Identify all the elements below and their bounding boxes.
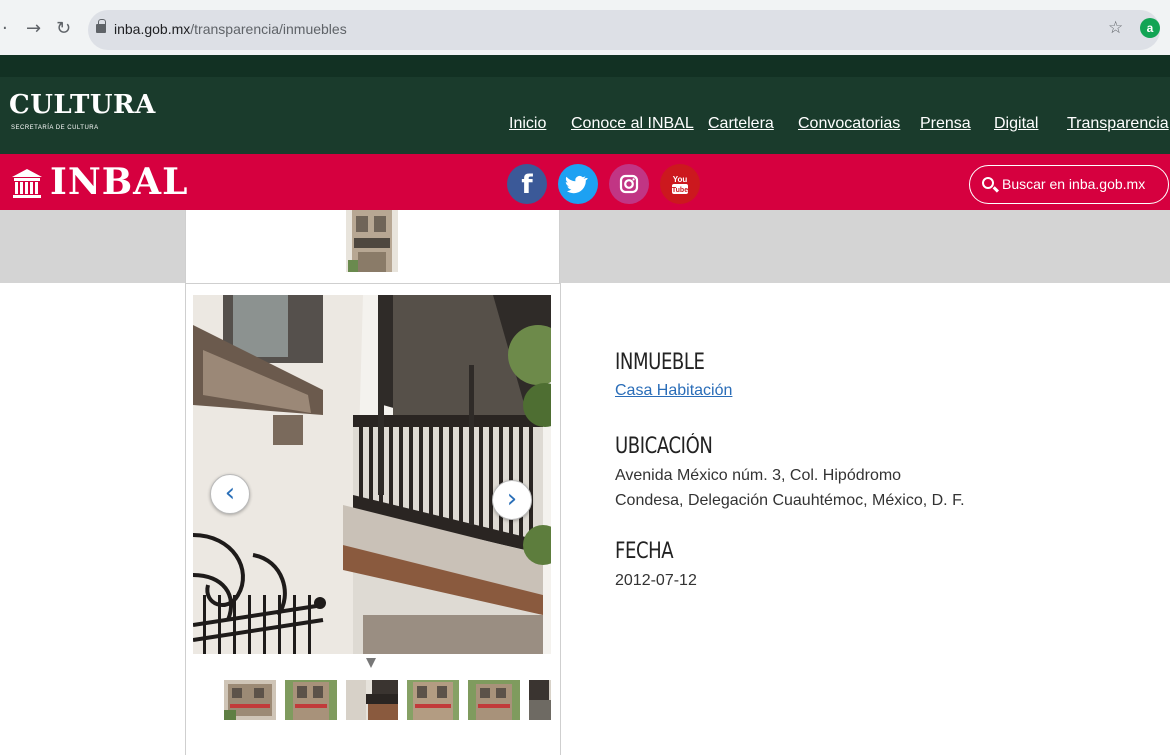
youtube-glyph-icon: You Tube: [672, 175, 688, 194]
top-strip: [0, 55, 1170, 77]
fecha-heading: FECHA: [615, 539, 674, 564]
cultura-logo[interactable]: CULTURA: [9, 90, 156, 120]
thumbnail-3[interactable]: [346, 680, 398, 720]
forward-icon[interactable]: →: [26, 18, 41, 39]
twitter-icon[interactable]: [558, 164, 598, 204]
preview-thumbnail[interactable]: [346, 210, 398, 272]
url-domain: inba.gob.mx: [114, 21, 191, 37]
extension-icon[interactable]: a: [1140, 18, 1160, 38]
chevron-right-icon: ›: [506, 484, 518, 514]
youtube-icon[interactable]: You Tube: [660, 164, 700, 204]
prev-photo-button[interactable]: ‹: [210, 474, 250, 514]
building-icon: [12, 169, 42, 198]
nav-prensa[interactable]: Prensa: [920, 115, 971, 133]
thumbnail-2[interactable]: [285, 680, 337, 720]
nav-cartelera[interactable]: Cartelera: [708, 115, 774, 133]
thumbnail-4[interactable]: [407, 680, 459, 720]
nav-transparencia[interactable]: Transparencia: [1067, 115, 1169, 133]
next-photo-button[interactable]: ›: [492, 480, 532, 520]
thumbnail-5[interactable]: [468, 680, 520, 720]
search-placeholder: Buscar en inba.gob.mx: [1002, 176, 1146, 192]
inbal-bar: INBAL f You Tube Buscar en inba.gob.mx: [0, 154, 1170, 210]
back-icon[interactable]: ·: [2, 18, 8, 39]
nav-digital[interactable]: Digital: [994, 115, 1038, 133]
cultura-logo-subtitle: SECRETARÍA DE CULTURA: [11, 125, 99, 131]
thumbnail-strip: [224, 680, 551, 720]
svg-text:Tube: Tube: [672, 187, 688, 194]
lock-icon: [96, 19, 106, 33]
instagram-glyph-icon: [619, 174, 639, 194]
selected-thumbnail-marker: [366, 658, 376, 668]
svg-text:You: You: [673, 175, 688, 184]
bookmark-star-icon[interactable]: ☆: [1108, 18, 1123, 38]
inmueble-heading: INMUEBLE: [615, 350, 705, 375]
url-text[interactable]: inba.gob.mx/transparencia/inmuebles: [114, 21, 347, 37]
property-info: INMUEBLE Casa Habitación UBICACIÓN Aveni…: [615, 350, 995, 593]
facebook-icon[interactable]: f: [507, 164, 547, 204]
inmueble-link[interactable]: Casa Habitación: [615, 382, 995, 400]
ubicacion-value: Avenida México núm. 3, Col. Hipódromo Co…: [615, 467, 965, 509]
url-path: /transparencia/inmuebles: [190, 21, 347, 37]
chevron-left-icon: ‹: [224, 478, 236, 508]
nav-conoce-inbal[interactable]: Conoce al INBAL: [571, 115, 694, 133]
reload-icon[interactable]: ↻: [56, 18, 71, 39]
main-photo[interactable]: [193, 295, 551, 654]
instagram-icon[interactable]: [609, 164, 649, 204]
twitter-bird-icon: [565, 175, 588, 194]
search-icon: [982, 177, 994, 189]
nav-convocatorias[interactable]: Convocatorias: [798, 115, 900, 133]
thumbnail-6[interactable]: [529, 680, 551, 720]
site-header: CULTURA SECRETARÍA DE CULTURA Inicio Con…: [0, 77, 1170, 154]
ubicacion-heading: UBICACIÓN: [615, 434, 713, 459]
nav-inicio[interactable]: Inicio: [509, 115, 546, 133]
gray-band: [0, 210, 1170, 283]
fecha-value: 2012-07-12: [615, 572, 697, 589]
search-input[interactable]: Buscar en inba.gob.mx: [969, 165, 1169, 204]
thumbnail-1[interactable]: [224, 680, 276, 720]
inbal-logo[interactable]: INBAL: [50, 161, 188, 203]
